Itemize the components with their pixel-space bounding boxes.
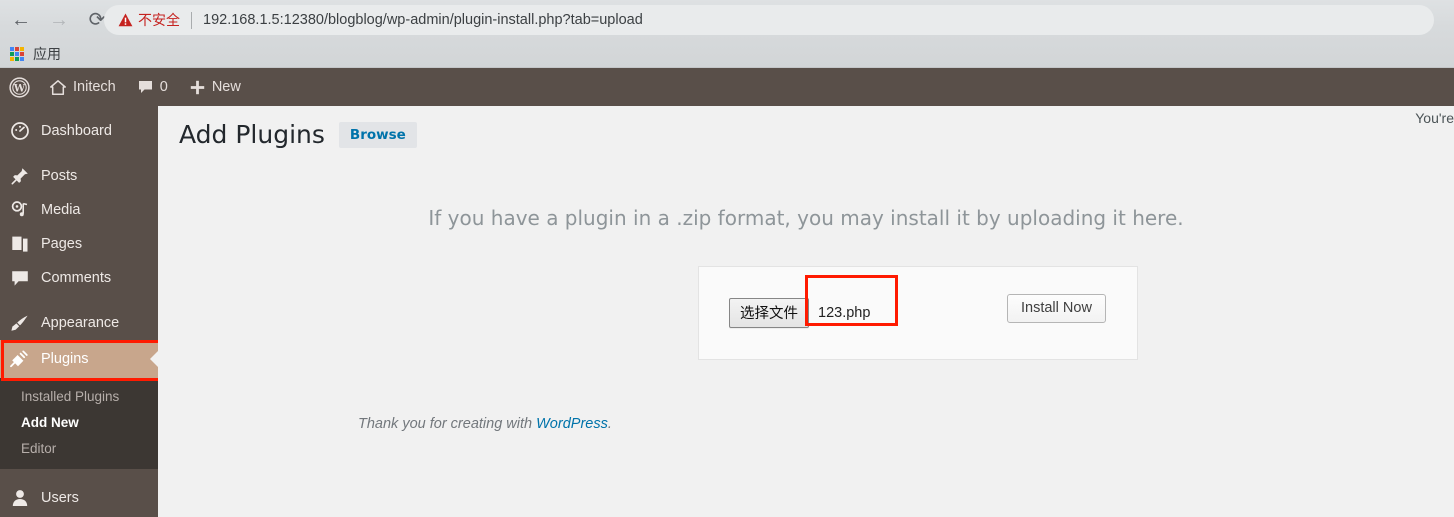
security-warning-label: 不安全 [138,13,180,29]
upload-instructions: If you have a plugin in a .zip format, y… [428,206,1184,230]
apps-grid-icon [10,47,24,61]
sidebar-item-appearance[interactable]: Appearance [0,306,158,340]
footer-text-after: . [607,416,612,432]
sidebar-item-users[interactable]: Users [0,479,158,517]
warning-triangle-icon [118,13,133,27]
page-title: Add Plugins [179,120,325,149]
sidebar-label-posts: Posts [41,168,78,184]
adminbar-comment-count: 0 [159,79,168,95]
submenu-item-editor[interactable]: Editor [0,436,158,462]
bookmarks-bar: 应用 [0,40,1454,68]
svg-text:W: W [13,83,26,94]
sidebar-item-media[interactable]: Media [0,193,158,227]
wordpress-link[interactable]: WordPress [536,416,608,432]
back-button[interactable]: ← [4,3,38,37]
dashboard-gauge-icon [9,122,30,140]
forward-arrow-icon: → [49,9,69,31]
adminbar-item-new[interactable]: New [179,68,252,106]
apps-shortcut[interactable]: 应用 [10,44,61,64]
wp-logo-button[interactable]: W [0,68,39,106]
address-bar[interactable]: 不安全 192.168.1.5:12380/blogblog/wp-admin/… [104,5,1434,35]
sidebar-divider [0,148,158,159]
paintbrush-icon [9,314,30,332]
file-input-control[interactable]: 选择文件 123.php [729,275,898,328]
reload-icon: ⟳ [88,9,106,31]
plugin-upload-form: 选择文件 123.php Install Now [698,266,1138,360]
browser-nav-bar: ← → ⟳ 不安全 192.168.1.5:12380/blogblog/wp-… [0,0,1454,40]
pin-icon [9,167,30,185]
wordpress-logo-icon: W [9,76,30,98]
user-icon [9,489,30,507]
main-content: You're Add Plugins Browse If you have a … [158,106,1454,514]
comment-bubble-icon [9,270,30,287]
security-status-chip[interactable]: 不安全 [118,10,180,30]
sidebar-item-comments[interactable]: Comments [0,261,158,295]
footer-text-before: Thank you for creating with [358,416,537,432]
omnibox-separator [191,11,192,29]
back-arrow-icon: ← [11,9,31,31]
plus-icon [190,80,205,94]
wp-admin-bar: W Initech 0 New [0,68,1454,106]
page-header: Add Plugins Browse [179,120,417,149]
selected-file-name: 123.php [818,305,871,321]
sidebar-label-appearance: Appearance [41,315,120,331]
admin-sidebar: Dashboard Posts Media Pages Comments App… [0,106,159,517]
admin-footer: Thank you for creating with WordPress. [358,416,612,432]
sidebar-label-plugins: Plugins [41,351,89,367]
apps-shortcut-label: 应用 [33,47,61,63]
sidebar-label-users: Users [41,490,79,506]
submenu-item-installed-plugins[interactable]: Installed Plugins [0,384,158,410]
adminbar-new-label: New [211,79,241,95]
url-text: 192.168.1.5:12380/blogblog/wp-admin/plug… [203,12,643,28]
media-note-icon [9,201,30,219]
browser-chrome: ← → ⟳ 不安全 192.168.1.5:12380/blogblog/wp-… [0,0,1454,68]
adminbar-item-site[interactable]: Initech [39,68,127,106]
sidebar-label-media: Media [41,202,81,218]
pages-copy-icon [9,235,30,253]
sidebar-item-dashboard[interactable]: Dashboard [0,114,158,148]
sidebar-label-dashboard: Dashboard [41,123,112,139]
sidebar-divider-2 [0,295,158,306]
plugins-submenu: Installed Plugins Add New Editor [0,378,158,469]
forward-button[interactable]: → [42,3,76,37]
browse-button[interactable]: Browse [338,121,417,148]
choose-file-button[interactable]: 选择文件 [729,298,809,328]
adminbar-site-label: Initech [73,79,116,95]
screen-notice-text: You're [1415,110,1454,126]
plug-icon [9,350,30,368]
sidebar-item-pages[interactable]: Pages [0,227,158,261]
sidebar-item-plugins[interactable]: Plugins [0,340,159,378]
install-now-button[interactable]: Install Now [1007,294,1106,323]
adminbar-item-comments[interactable]: 0 [127,68,179,106]
sidebar-label-pages: Pages [41,236,83,252]
submenu-item-add-new[interactable]: Add New [0,410,158,436]
sidebar-item-posts[interactable]: Posts [0,159,158,193]
comment-bubble-icon [138,81,152,93]
sidebar-label-comments: Comments [41,270,112,286]
home-icon [50,79,66,95]
